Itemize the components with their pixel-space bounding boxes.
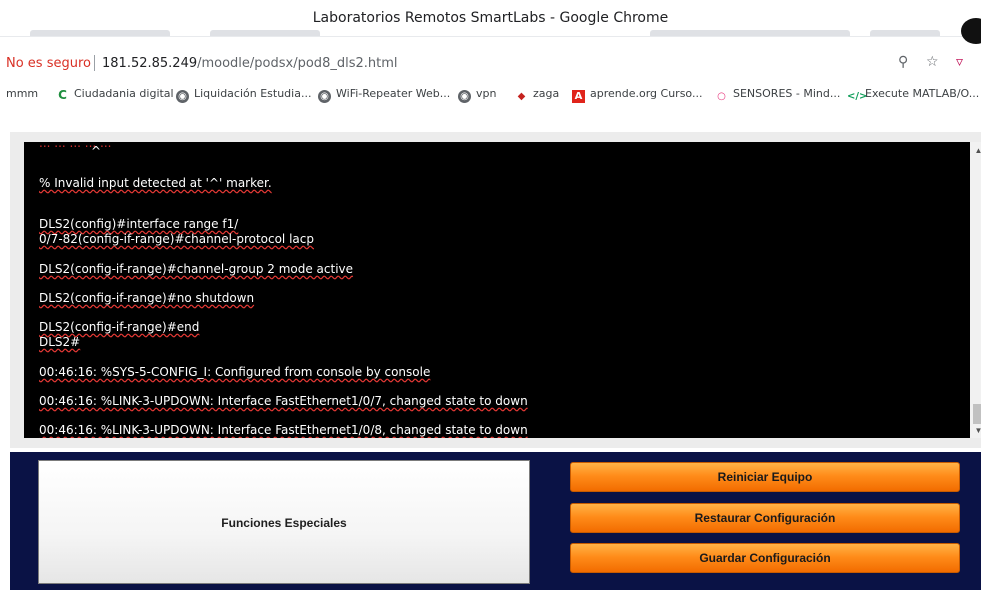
pocket-icon[interactable]: ▿ bbox=[956, 54, 963, 70]
bookmark-aprende[interactable]: Aaprende.org Curso... bbox=[572, 87, 702, 103]
special-functions-label: Funciones Especiales bbox=[221, 516, 347, 530]
terminal-line: 00:46:16: %LINK-3-UPDOWN: Interface Fast… bbox=[39, 394, 528, 408]
bookmark-label: vpn bbox=[476, 87, 497, 100]
bookmark-mmm[interactable]: mmm bbox=[6, 87, 38, 100]
restore-config-button[interactable]: Restaurar Configuración bbox=[570, 503, 960, 533]
bookmark-star-icon[interactable]: ☆ bbox=[926, 54, 939, 70]
reset-device-button[interactable]: Reiniciar Equipo bbox=[570, 462, 960, 492]
terminal-line: DLS2(config)#interface range f1/ bbox=[39, 217, 239, 231]
zoom-icon[interactable]: ⚲ bbox=[898, 54, 908, 70]
bookmark-label: Liquidación Estudia... bbox=[194, 87, 312, 100]
terminal-line: 00:46:16: %LINK-3-UPDOWN: Interface Fast… bbox=[39, 423, 528, 437]
terminal-line: % Invalid input detected at '^' marker. bbox=[39, 176, 272, 190]
terminal-line: ^ bbox=[91, 144, 102, 158]
bookmark-wifi[interactable]: ◉ WiFi-Repeater Web... bbox=[318, 87, 450, 103]
security-indicator[interactable]: No es seguro bbox=[6, 56, 91, 71]
url-path: /moodle/podsx/pod8_dls2.html bbox=[197, 56, 398, 71]
url-text[interactable]: 181.52.85.249/moodle/podsx/pod8_dls2.htm… bbox=[102, 56, 398, 71]
console-frame: ... ... ... ... ... ^ % Invalid input de… bbox=[10, 132, 981, 448]
ciudadania-icon: C bbox=[58, 88, 67, 102]
page-top-area bbox=[0, 110, 981, 132]
terminal-line: 0/7-82(config-if-range)#channel-protocol… bbox=[39, 232, 314, 246]
terminal-line: DLS2(config-if-range)#no shutdown bbox=[39, 291, 255, 305]
bookmark-zaga[interactable]: ◆ zaga bbox=[515, 87, 560, 103]
bookmark-sensores[interactable]: ○ SENSORES - Mind... bbox=[715, 87, 840, 103]
globe-icon: ◉ bbox=[318, 90, 331, 103]
bookmark-label: SENSORES - Mind... bbox=[733, 87, 841, 100]
bookmark-label: aprende.org Curso... bbox=[590, 87, 703, 100]
globe-icon: ◉ bbox=[176, 90, 189, 103]
bookmark-liquidacion[interactable]: ◉ Liquidación Estudia... bbox=[176, 87, 311, 103]
bookmark-label: WiFi-Repeater Web... bbox=[336, 87, 451, 100]
terminal-line: DLS2(config-if-range)#end bbox=[39, 320, 200, 334]
bookmark-label: mmm bbox=[6, 87, 39, 100]
special-functions-box[interactable]: Funciones Especiales bbox=[38, 460, 530, 584]
window-title: Laboratorios Remotos SmartLabs - Google … bbox=[312, 10, 669, 26]
scroll-thumb[interactable] bbox=[973, 404, 981, 424]
bookmark-ciudadania[interactable]: C Ciudadania digital bbox=[56, 87, 174, 102]
zaga-icon: ◆ bbox=[517, 91, 526, 102]
address-divider bbox=[94, 55, 95, 71]
bookmark-vpn[interactable]: ◉ vpn bbox=[458, 87, 496, 103]
bookmark-label: Execute MATLAB/O... bbox=[865, 87, 980, 100]
address-bar[interactable]: No es seguro 181.52.85.249/moodle/podsx/… bbox=[0, 50, 981, 78]
terminal-line: 00:46:16: %SYS-5-CONFIG_I: Configured fr… bbox=[39, 365, 431, 379]
browser-titlebar: Laboratorios Remotos SmartLabs - Google … bbox=[0, 0, 981, 44]
adobe-icon: A bbox=[572, 90, 585, 103]
globe-icon: ◉ bbox=[458, 90, 471, 103]
bookmark-matlab[interactable]: </>Execute MATLAB/O... bbox=[847, 87, 979, 103]
bookmarks-bar: mmm C Ciudadania digital ◉ Liquidación Est… bbox=[0, 82, 981, 108]
save-config-button[interactable]: Guardar Configuración bbox=[570, 543, 960, 573]
scroll-down-icon[interactable]: ▼ bbox=[970, 426, 981, 435]
sensores-icon: ○ bbox=[717, 91, 726, 102]
terminal-line: DLS2# bbox=[39, 335, 81, 349]
terminal-scrollbar[interactable]: ▲ ▼ bbox=[970, 142, 981, 438]
tabstrip-divider bbox=[0, 36, 981, 37]
terminal-console[interactable]: ... ... ... ... ... ^ % Invalid input de… bbox=[24, 142, 970, 438]
code-icon: </> bbox=[847, 91, 868, 102]
url-host: 181.52.85.249 bbox=[102, 56, 198, 71]
control-panel: Funciones Especiales Reiniciar Equipo Re… bbox=[10, 452, 981, 590]
scroll-up-icon[interactable]: ▲ bbox=[970, 146, 981, 155]
bookmark-label: zaga bbox=[533, 87, 560, 100]
bookmark-label: Ciudadania digital bbox=[74, 87, 174, 100]
terminal-line: DLS2(config-if-range)#channel-group 2 mo… bbox=[39, 262, 354, 276]
profile-avatar[interactable] bbox=[961, 18, 981, 44]
